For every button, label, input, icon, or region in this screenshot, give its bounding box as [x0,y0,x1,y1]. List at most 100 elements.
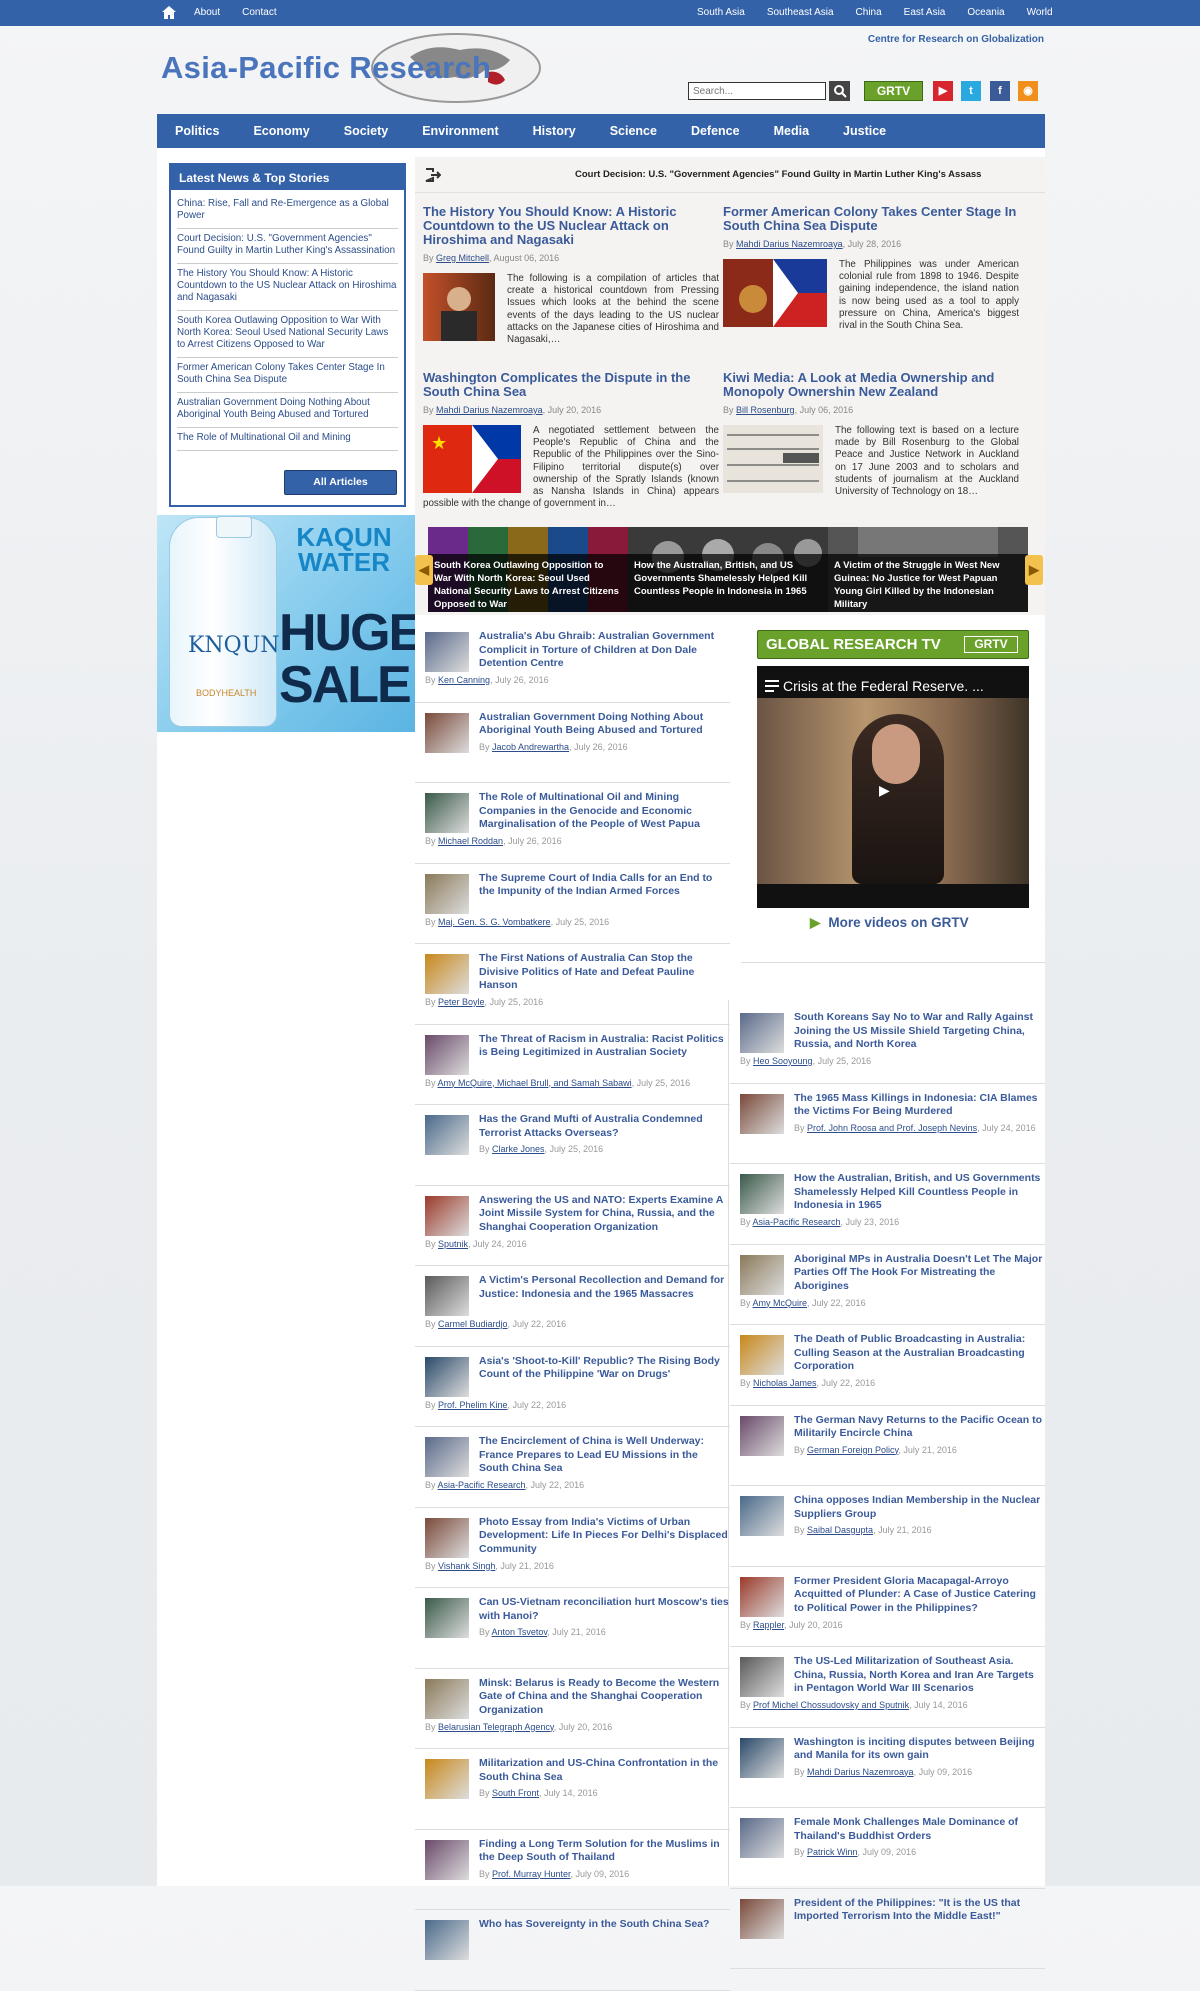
article-thumbnail[interactable] [740,1818,784,1858]
featured-title[interactable]: Washington Complicates the Dispute in th… [423,371,719,399]
article-title[interactable]: Can US-Vietnam reconciliation hurt Mosco… [479,1596,729,1623]
article-title[interactable]: Militarization and US-China Confrontatio… [479,1757,729,1784]
article-title[interactable]: The 1965 Mass Killings in Indonesia: CIA… [794,1092,1044,1119]
author-link[interactable]: Mahdi Darius Nazemroaya [736,239,843,249]
article-title[interactable]: China opposes Indian Membership in the N… [794,1494,1044,1521]
article-title[interactable]: The Threat of Racism in Australia: Racis… [479,1033,729,1060]
author-link[interactable]: Belarusian Telegraph Agency [438,1722,554,1732]
nav-justice[interactable]: Justice [825,114,902,148]
article-thumbnail[interactable] [425,1517,469,1558]
author-link[interactable]: Vishank Singh [438,1561,495,1571]
article-title[interactable]: Female Monk Challenges Male Dominance of… [794,1816,1044,1843]
search-button[interactable] [829,81,850,101]
playlist-icon[interactable] [765,680,779,692]
author-link[interactable]: Prof. Phelim Kine [438,1400,508,1410]
article-thumbnail[interactable] [425,1195,469,1236]
article-thumbnail[interactable] [740,1898,784,1939]
article-thumbnail[interactable] [425,712,469,753]
slider-next-arrow[interactable]: ▶ [1025,555,1043,585]
article-title[interactable]: How the Australian, British, and US Gove… [794,1172,1044,1213]
author-link[interactable]: Rappler [753,1620,784,1630]
article-title[interactable]: A Victim's Personal Recollection and Dem… [479,1274,729,1301]
tagline-link[interactable]: Centre for Research on Globalization [868,34,1044,45]
latest-news-item[interactable]: Former American Colony Takes Center Stag… [177,358,398,393]
author-link[interactable]: Greg Mitchell [436,253,489,263]
article-thumbnail[interactable] [425,1115,469,1155]
article-thumbnail[interactable] [425,873,469,914]
search-input[interactable] [688,82,826,100]
article-title[interactable]: Aboriginal MPs in Australia Doesn't Let … [794,1253,1044,1294]
article-title[interactable]: Australia's Abu Ghraib: Australian Gover… [479,630,729,671]
article-thumbnail[interactable] [740,1013,784,1053]
author-link[interactable]: Mahdi Darius Nazemroaya [436,405,543,415]
play-icon[interactable]: ▶ [879,782,890,799]
article-title[interactable]: The Role of Multinational Oil and Mining… [479,791,729,832]
author-link[interactable]: Maj. Gen. S. G. Vombatkere [438,917,551,927]
article-thumbnail[interactable] [425,1598,469,1638]
article-thumbnail[interactable] [740,1254,784,1295]
twitter-icon[interactable]: t [961,81,981,101]
all-articles-button[interactable]: All Articles [284,470,397,495]
article-thumbnail[interactable] [740,1737,784,1778]
article-thumbnail[interactable] [425,954,469,994]
nav-politics[interactable]: Politics [157,114,235,148]
author-link[interactable]: Bill Rosenburg [736,405,795,415]
article-thumbnail[interactable] [740,1576,784,1617]
article-thumbnail[interactable] [425,632,469,672]
author-link[interactable]: Amy McQuire [753,1298,808,1308]
video-title[interactable]: Crisis at the Federal Reserve. ... [783,678,984,694]
article-thumbnail[interactable] [740,1174,784,1214]
rss-icon[interactable]: ◉ [1018,81,1038,101]
article-title[interactable]: Asia's 'Shoot-to-Kill' Republic? The Ris… [479,1355,729,1382]
top-nav-contact[interactable]: Contact [242,7,276,18]
china-philippines-flags-photo[interactable]: ★ [423,425,521,493]
more-videos-link[interactable]: ▶ More videos on GRTV [810,915,969,931]
author-link[interactable]: Sputnik [438,1239,468,1249]
region-southeast-asia[interactable]: Southeast Asia [767,7,834,18]
author-link[interactable]: Prof. John Roosa and Prof. Joseph Nevins [807,1123,977,1133]
newspapers-photo[interactable] [723,425,823,493]
author-link[interactable]: Peter Boyle [438,997,485,1007]
latest-news-item[interactable]: The History You Should Know: A Historic … [177,264,398,311]
author-link[interactable]: South Front [492,1788,539,1798]
facebook-icon[interactable]: f [990,81,1010,101]
article-thumbnail[interactable] [425,1356,469,1397]
article-title[interactable]: The US-Led Militarization of Southeast A… [794,1655,1044,1696]
top-nav-about[interactable]: About [194,7,220,18]
article-title[interactable]: Washington is inciting disputes between … [794,1736,1044,1763]
author-link[interactable]: Amy McQuire, Michael Brull, and Samah Sa… [438,1078,632,1088]
featured-title[interactable]: The History You Should Know: A Historic … [423,205,719,247]
kaqun-water-ad[interactable]: KNQUN BODYHEALTH KAQUN WATER HUGE SALE [157,515,415,732]
article-title[interactable]: The Supreme Court of India Calls for an … [479,872,729,899]
scales-flag-photo[interactable] [723,259,827,327]
author-link[interactable]: Jacob Andrewartha [492,742,569,752]
home-icon[interactable] [160,4,178,21]
latest-news-item[interactable]: The Role of Multinational Oil and Mining [177,428,398,451]
article-title[interactable]: Finding a Long Term Solution for the Mus… [479,1838,729,1865]
author-link[interactable]: Patrick Winn [807,1847,858,1857]
article-thumbnail[interactable] [425,793,469,833]
article-thumbnail[interactable] [425,1839,469,1880]
grtv-button[interactable]: GRTV [864,81,923,101]
headline-text[interactable]: Court Decision: U.S. "Government Agencie… [575,169,981,180]
nav-environment[interactable]: Environment [404,114,514,148]
author-link[interactable]: Asia-Pacific Research [438,1480,526,1490]
nav-history[interactable]: History [515,114,592,148]
article-title[interactable]: The Encirclement of China is Well Underw… [479,1435,729,1476]
slider-item[interactable]: South Korea Outlawing Opposition to War … [428,527,628,612]
nav-science[interactable]: Science [592,114,673,148]
nav-society[interactable]: Society [326,114,404,148]
nav-economy[interactable]: Economy [235,114,325,148]
latest-news-item[interactable]: South Korea Outlawing Opposition to War … [177,311,398,358]
nav-defence[interactable]: Defence [673,114,756,148]
article-thumbnail[interactable] [740,1093,784,1134]
article-title[interactable]: President of the Philippines: "It is the… [794,1897,1044,1924]
author-link[interactable]: Saibal Dasgupta [807,1525,873,1535]
slider-prev-arrow[interactable]: ◀ [415,555,433,585]
article-thumbnail[interactable] [425,1437,469,1477]
featured-title[interactable]: Kiwi Media: A Look at Media Ownership an… [723,371,1019,399]
nav-media[interactable]: Media [756,114,825,148]
author-link[interactable]: Prof Michel Chossudovsky and Sputnik [753,1700,909,1710]
article-title[interactable]: Former President Gloria Macapagal-Arroyo… [794,1575,1044,1616]
article-title[interactable]: Australian Government Doing Nothing Abou… [479,711,729,738]
